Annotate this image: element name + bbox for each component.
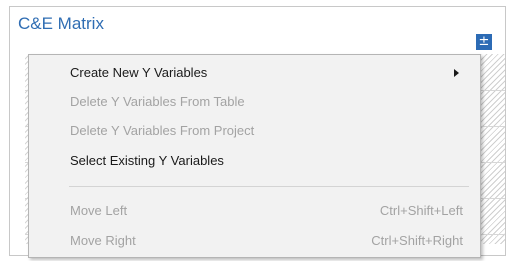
menu-item-shortcut: Ctrl+Shift+Right <box>371 233 463 248</box>
menu-item-label: Select Existing Y Variables <box>70 153 224 168</box>
menu-item-move-left[interactable]: Move Left Ctrl+Shift+Left <box>30 196 479 225</box>
menu-item-delete-y-variables-from-project[interactable]: Delete Y Variables From Project <box>30 116 479 145</box>
submenu-arrow-icon <box>454 69 459 77</box>
menu-item-shortcut: Ctrl+Shift+Left <box>379 203 463 218</box>
menu-item-label: Delete Y Variables From Project <box>70 123 255 138</box>
menu-separator <box>69 186 469 187</box>
menu-item-label: Move Right <box>70 233 136 248</box>
menu-item-label: Move Left <box>70 203 128 218</box>
panel-title: C&E Matrix <box>18 14 104 33</box>
expand-collapse-button[interactable]: ± <box>476 34 492 50</box>
menu-item-create-new-y-variables[interactable]: Create New Y Variables <box>30 58 479 87</box>
context-menu: Create New Y Variables Delete Y Variable… <box>28 54 481 258</box>
menu-item-label: Delete Y Variables From Table <box>70 94 245 109</box>
menu-item-delete-y-variables-from-table[interactable]: Delete Y Variables From Table <box>30 87 479 116</box>
menu-item-move-right[interactable]: Move Right Ctrl+Shift+Right <box>30 226 479 255</box>
menu-item-label: Create New Y Variables <box>70 65 208 80</box>
menu-item-select-existing-y-variables[interactable]: Select Existing Y Variables <box>30 146 479 175</box>
